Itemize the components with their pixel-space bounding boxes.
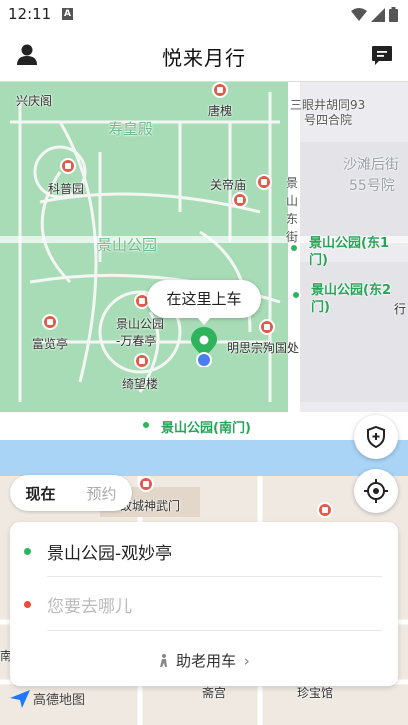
map-label-street-3: 东 — [286, 212, 299, 226]
map-poi-icon — [134, 353, 150, 369]
senior-icon — [160, 654, 168, 667]
chevron-right-icon: › — [243, 652, 250, 670]
map-poi-icon — [212, 82, 228, 98]
senior-mode-link[interactable]: 助老用车 › — [10, 650, 398, 671]
map-provider-text: 高德地图 — [33, 693, 86, 708]
tab-reserve[interactable]: 预约 — [71, 483, 132, 504]
destination-row[interactable]: 您要去哪儿 — [10, 579, 398, 629]
system-icons — [351, 7, 398, 22]
map-label-wanchunting-a: 景山公园 — [116, 317, 165, 331]
map-label-east-gate-2b: 门) — [311, 300, 330, 315]
map-label-east-gate-1b: 门) — [309, 253, 328, 268]
map-label-sanyanjing2: 号四合院 — [304, 113, 353, 127]
map-provider-logo: 高德地图 — [10, 689, 85, 708]
map-label-shatanhou: 沙滩后街 — [343, 157, 399, 173]
locate-icon — [364, 479, 388, 503]
map-label-kepuyuan: 科普园 — [48, 182, 85, 196]
destination-dot-icon — [24, 601, 31, 608]
map-label-hang: 行 — [394, 302, 407, 316]
shield-icon — [367, 425, 385, 449]
app-header: 悦来月行 — [0, 30, 408, 82]
wifi-icon — [351, 7, 367, 21]
status-time: 12:11 — [8, 5, 52, 23]
messages-button[interactable] — [370, 43, 394, 67]
map-poi-icon — [232, 192, 248, 208]
map-poi-icon — [256, 174, 272, 190]
divider — [47, 630, 382, 631]
page-title: 悦来月行 — [162, 46, 246, 70]
map-label-tanghuai: 唐槐 — [208, 104, 233, 118]
east-gate-1-marker[interactable] — [289, 243, 299, 253]
senior-mode-label: 助老用车 — [175, 652, 236, 670]
map-label-guandimiao: 关帝庙 — [210, 178, 247, 192]
map-label-fulanting: 富览亭 — [32, 337, 69, 351]
divider — [47, 576, 382, 577]
message-icon — [372, 46, 392, 65]
map-label-qiwanglou: 绮望楼 — [122, 377, 159, 391]
pickup-pin-icon — [191, 327, 217, 367]
battery-icon — [389, 7, 398, 22]
map-poi-icon — [60, 158, 76, 174]
notification-icon: A — [62, 8, 73, 20]
safety-button[interactable] — [354, 415, 398, 459]
status-bar: 12:11 A — [0, 0, 408, 30]
south-gate-marker[interactable] — [141, 420, 151, 430]
map-label-wanchunting-b: -万春亭 — [116, 334, 157, 348]
signal-icon — [371, 7, 385, 22]
map-poi-icon — [259, 319, 275, 335]
amap-logo-icon — [10, 689, 30, 708]
destination-input[interactable]: 您要去哪儿 — [47, 592, 132, 617]
east-gate-2-marker[interactable] — [291, 290, 301, 300]
map-label-street-1: 景 — [286, 176, 299, 190]
map-label-jingshan-park: 景山公园 — [97, 236, 158, 254]
tab-now[interactable]: 现在 — [10, 483, 71, 504]
map-label-xingqingge: 兴庆阁 — [16, 94, 53, 108]
map-label-shatanhou2: 55号院 — [349, 178, 395, 194]
map-poi-icon — [317, 502, 333, 518]
pickup-row[interactable]: 景山公园-观妙亭 — [10, 526, 398, 576]
booking-card: 景山公园-观妙亭 您要去哪儿 助老用车 › — [10, 522, 398, 686]
map-label-zhaigong: 斋宫 — [202, 686, 227, 700]
locate-button[interactable] — [354, 469, 398, 513]
map-label-shouhuangdian: 寿皇殿 — [108, 120, 154, 138]
pickup-dot-icon — [24, 548, 31, 555]
pickup-location[interactable]: 景山公园-观妙亭 — [47, 539, 172, 564]
pickup-bubble[interactable]: 在这里上车 — [147, 280, 261, 325]
map-poi-icon — [42, 314, 58, 330]
map-label-zhenbaoguan: 珍宝馆 — [297, 686, 334, 700]
map-label-south-gate[interactable]: 景山公园(南门) — [161, 417, 251, 436]
ride-time-tabs: 现在 预约 — [10, 475, 132, 511]
map-label-street-2: 山 — [286, 194, 299, 208]
map-poi-icon — [138, 476, 154, 492]
map-label-mingsizong: 明思宗殉国处 — [227, 341, 300, 355]
